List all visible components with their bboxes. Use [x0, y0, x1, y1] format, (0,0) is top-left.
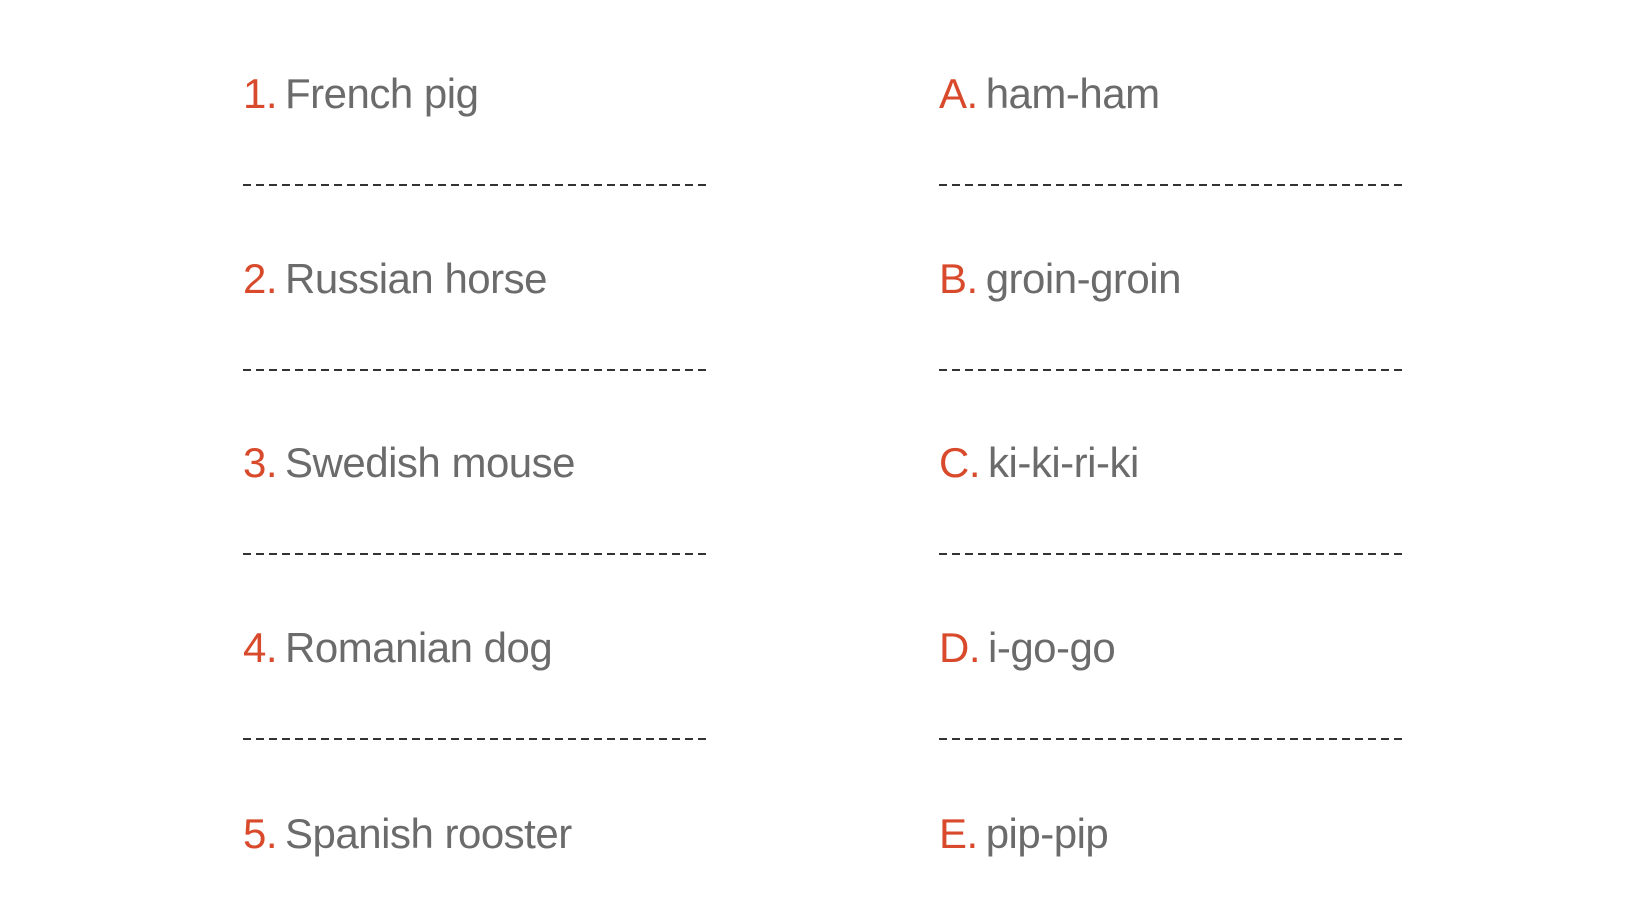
- answer-line-c[interactable]: [939, 553, 1405, 555]
- animal-item-4: 4. Romanian dog: [243, 618, 553, 678]
- animal-label: Romanian dog: [285, 624, 553, 671]
- animal-label: French pig: [285, 70, 479, 117]
- answer-line-d[interactable]: [939, 738, 1405, 740]
- answer-line-1[interactable]: [243, 184, 709, 186]
- animal-label: Russian horse: [285, 255, 547, 302]
- item-number: 4.: [243, 624, 278, 671]
- item-letter: E.: [939, 810, 978, 857]
- sound-item-c: C. ki-ki-ri-ki: [939, 433, 1139, 493]
- animal-item-2: 2. Russian horse: [243, 249, 547, 309]
- sound-item-b: B. groin-groin: [939, 249, 1181, 309]
- item-letter: B.: [939, 255, 978, 302]
- sound-item-a: A. ham-ham: [939, 64, 1160, 124]
- matching-worksheet: 1. French pig 2. Russian horse 3. Swedis…: [0, 0, 1629, 917]
- animal-item-3: 3. Swedish mouse: [243, 433, 576, 493]
- animal-item-5: 5. Spanish rooster: [243, 804, 572, 864]
- animal-label: Spanish rooster: [285, 810, 572, 857]
- item-number: 5.: [243, 810, 278, 857]
- animal-item-1: 1. French pig: [243, 64, 479, 124]
- answer-line-4[interactable]: [243, 738, 709, 740]
- item-number: 3.: [243, 439, 278, 486]
- answer-line-3[interactable]: [243, 553, 709, 555]
- item-letter: C.: [939, 439, 981, 486]
- item-number: 2.: [243, 255, 278, 302]
- sound-item-d: D. i-go-go: [939, 618, 1116, 678]
- sound-label: ki-ki-ri-ki: [988, 439, 1139, 486]
- sound-label: ham-ham: [985, 70, 1160, 117]
- answer-line-2[interactable]: [243, 369, 709, 371]
- sound-label: pip-pip: [985, 810, 1109, 857]
- answer-line-a[interactable]: [939, 184, 1405, 186]
- item-letter: A.: [939, 70, 978, 117]
- animal-label: Swedish mouse: [285, 439, 576, 486]
- item-number: 1.: [243, 70, 278, 117]
- answer-line-b[interactable]: [939, 369, 1405, 371]
- sound-item-e: E. pip-pip: [939, 804, 1109, 864]
- item-letter: D.: [939, 624, 981, 671]
- sound-label: groin-groin: [985, 255, 1182, 302]
- sound-label: i-go-go: [988, 624, 1116, 671]
